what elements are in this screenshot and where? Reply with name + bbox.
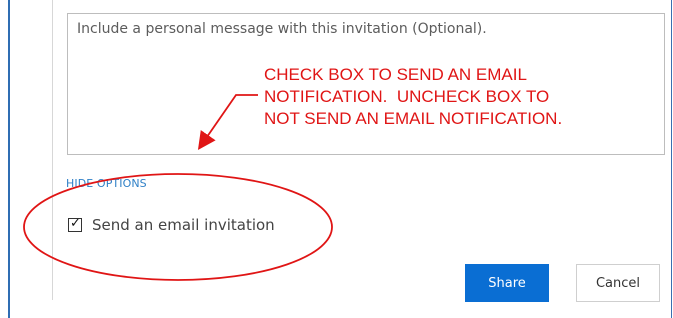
annotation-text: CHECK BOX TO SEND AN EMAIL NOTIFICATION.…	[264, 65, 563, 128]
checkmark-icon: ✓	[70, 216, 81, 231]
cancel-button[interactable]: Cancel	[576, 264, 660, 302]
panel-divider	[52, 0, 53, 300]
email-invitation-checkbox[interactable]: ✓	[68, 216, 82, 232]
email-invitation-label: Send an email invitation	[92, 216, 275, 234]
personal-message-placeholder: Include a personal message with this inv…	[77, 21, 487, 37]
share-button[interactable]: Share	[465, 264, 549, 302]
hide-options-link[interactable]: HIDE OPTIONS	[66, 177, 147, 190]
email-invitation-option[interactable]: ✓ Send an email invitation	[68, 216, 275, 234]
